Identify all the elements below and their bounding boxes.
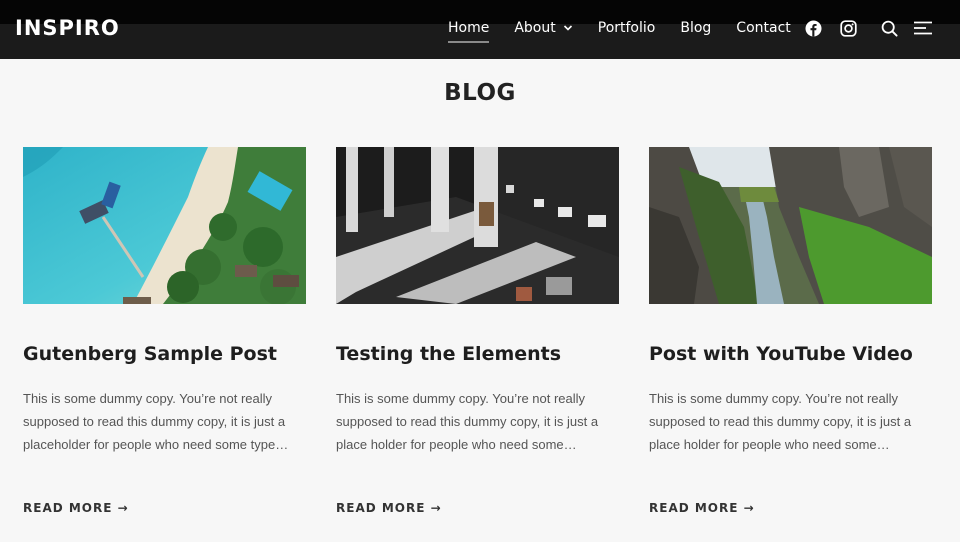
nav-item-label: Home	[448, 20, 490, 36]
post-title[interactable]: Post with YouTube Video	[649, 342, 932, 366]
post-title[interactable]: Gutenberg Sample Post	[23, 342, 306, 366]
post-title[interactable]: Testing the Elements	[336, 342, 619, 366]
post-card: Gutenberg Sample Post This is some dummy…	[23, 147, 306, 515]
post-card: Testing the Elements This is some dummy …	[336, 147, 619, 515]
post-excerpt: This is some dummy copy. You’re not real…	[336, 391, 599, 452]
post-excerpt: This is some dummy copy. You’re not real…	[649, 391, 912, 452]
read-more-link[interactable]: READ MORE →	[336, 501, 619, 515]
read-more-link[interactable]: READ MORE →	[23, 501, 306, 515]
nav-item-about[interactable]: About	[514, 20, 572, 36]
post-thumbnail-image[interactable]	[23, 147, 306, 304]
sidebar-menu-icon[interactable]	[913, 19, 933, 37]
page-title: BLOG	[444, 80, 516, 106]
post-thumbnail-image[interactable]	[336, 147, 619, 304]
post-card: Post with YouTube Video This is some dum…	[649, 147, 932, 515]
facebook-icon[interactable]	[804, 19, 822, 37]
search-icon[interactable]	[880, 19, 898, 37]
site-header: INSPIRO Home About Portfolio Blog Contac…	[0, 0, 960, 59]
nav-item-label: Portfolio	[597, 20, 656, 36]
nav-item-portfolio[interactable]: Portfolio	[598, 20, 656, 36]
nav-item-label: Blog	[680, 20, 712, 36]
read-more-link[interactable]: READ MORE →	[649, 501, 932, 515]
instagram-icon[interactable]	[839, 19, 857, 37]
main-nav: Home About Portfolio Blog Contact	[448, 18, 816, 43]
nav-item-label: Contact	[736, 20, 791, 36]
nav-item-label: About	[514, 20, 556, 36]
nav-item-blog[interactable]: Blog	[680, 20, 711, 36]
nav-item-contact[interactable]: Contact	[736, 20, 790, 36]
post-thumbnail-image[interactable]	[649, 147, 932, 304]
nav-item-home[interactable]: Home	[448, 20, 490, 43]
post-excerpt: This is some dummy copy. You’re not real…	[23, 391, 289, 452]
chevron-down-icon	[563, 25, 572, 31]
site-logo[interactable]: INSPIRO	[15, 15, 120, 41]
